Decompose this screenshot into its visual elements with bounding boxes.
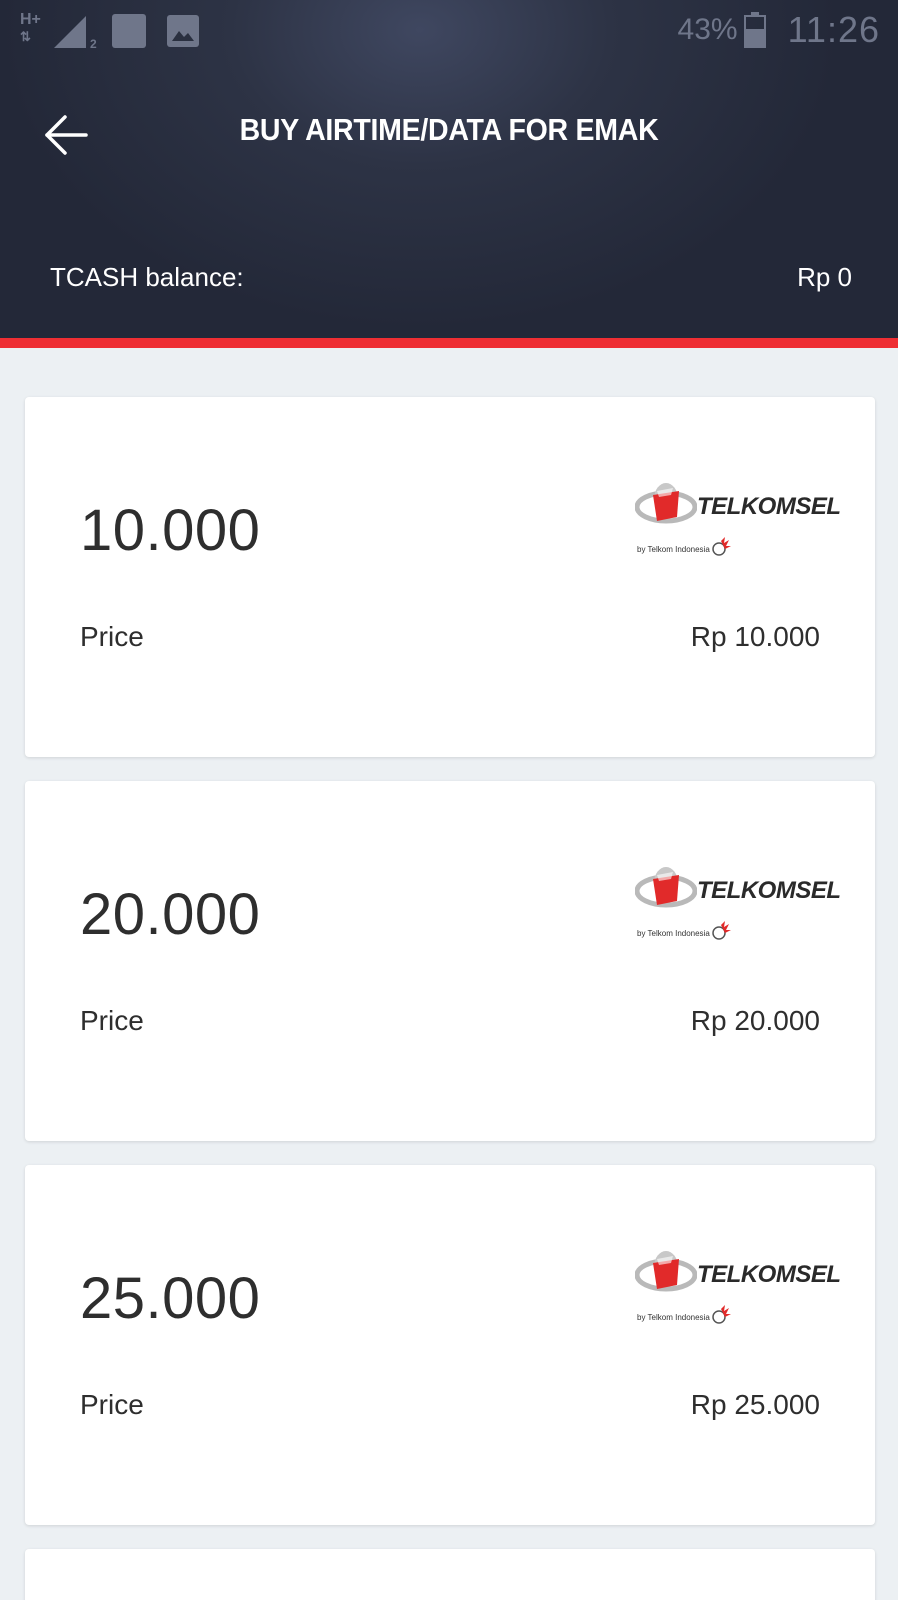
notification-square-icon [112,14,146,48]
telkom-indonesia-mark-icon [712,1305,731,1324]
battery-percent: 43% [677,13,738,46]
back-button[interactable] [36,108,96,162]
product-card[interactable]: 20.000 TELKOMSEL by Telkom Indonesia Pri… [25,781,875,1141]
page-title: BUY AIRTIME/DATA FOR EMAK [239,112,659,147]
image-notification-icon [167,15,199,47]
brand-subtitle: by Telkom Indonesia [637,1313,710,1322]
brand-name: TELKOMSEL [697,493,841,520]
telkom-indonesia-mark-icon [712,537,731,556]
product-amount: 10.000 [80,498,261,563]
signal-icon: 2 [54,16,97,50]
telkomsel-logo: TELKOMSEL by Telkom Indonesia [635,477,841,567]
product-card-partial[interactable] [25,1549,875,1600]
telkomsel-logo: TELKOMSEL by Telkom Indonesia [635,861,841,951]
network-type-icon: H+ ⇅ [20,11,41,44]
telkomsel-logo-icon [635,483,697,524]
price-value: Rp 25.000 [690,1389,820,1420]
price-value: Rp 10.000 [690,621,820,652]
brand-name: TELKOMSEL [697,1261,841,1288]
brand-name: TELKOMSEL [697,877,841,904]
telkomsel-logo: TELKOMSEL by Telkom Indonesia [635,1245,841,1335]
price-label: Price [80,1389,144,1420]
balance-label: TCASH balance: [50,262,244,292]
brand-subtitle: by Telkom Indonesia [637,929,710,938]
telkomsel-logo-icon [635,867,697,908]
price-label: Price [80,1005,144,1036]
battery-icon [743,12,766,48]
product-card[interactable]: 10.000 TELKOMSEL by Telkom Indonesia Pri… [25,397,875,757]
price-value: Rp 20.000 [690,1005,820,1036]
status-bar: H+ ⇅ 2 43% 11:26 [0,0,898,62]
product-amount: 25.000 [80,1266,261,1331]
product-card[interactable]: 25.000 TELKOMSEL by Telkom Indonesia Pri… [25,1165,875,1525]
telkom-indonesia-mark-icon [712,921,731,940]
price-label: Price [80,621,144,652]
telkomsel-logo-icon [635,1251,697,1292]
network-type-label: H+ [20,11,41,28]
sim-label: 2 [90,37,97,50]
balance-value: Rp 0 [797,262,852,292]
brand-subtitle: by Telkom Indonesia [637,545,710,554]
status-bar-right: 43% 11:26 [677,9,880,50]
product-amount: 20.000 [80,882,261,947]
clock: 11:26 [787,9,880,50]
arrow-left-icon [45,115,88,155]
header-accent-strip [0,338,898,348]
